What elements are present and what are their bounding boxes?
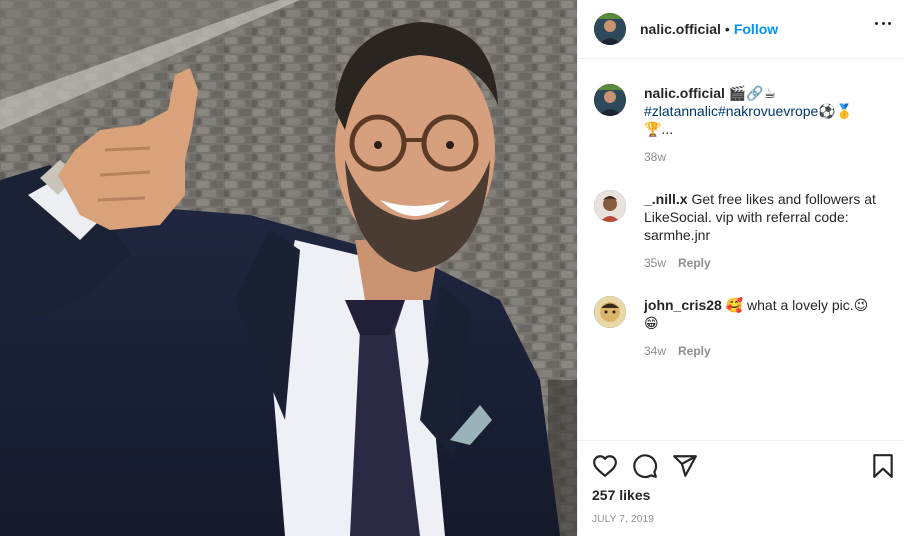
caption-author-avatar[interactable]	[594, 84, 626, 116]
comment-meta: 35w Reply	[644, 256, 889, 270]
more-horizontal-icon[interactable]	[875, 22, 891, 26]
post-date[interactable]: JULY 7, 2019	[592, 514, 654, 525]
comment-meta: 34w Reply	[644, 344, 868, 358]
post-actions: 257 likes JULY 7, 2019	[578, 440, 904, 536]
author-avatar[interactable]	[594, 13, 626, 45]
likes-count[interactable]: 257 likes	[592, 487, 650, 503]
caption-emojis-1: 🎬🔗☕	[728, 85, 777, 101]
commenter-avatar[interactable]	[594, 296, 626, 328]
post-details-panel: nalic.official • Follow nalic.official 🎬…	[577, 0, 904, 536]
comment-time[interactable]: 35w	[644, 256, 666, 270]
caption-content: nalic.official 🎬🔗☕ #zlatannalic#nakrovue…	[644, 84, 853, 164]
follow-button[interactable]: Follow	[734, 21, 778, 37]
author-avatar-image	[594, 13, 626, 45]
comment-text-emoji: 😁	[644, 315, 659, 331]
comment-content: _.nill.x Get free likes and followers at…	[644, 190, 889, 270]
commenter-avatar-image	[594, 190, 626, 222]
commenter-avatar[interactable]	[594, 190, 626, 222]
caption-time[interactable]: 38w	[644, 150, 666, 164]
post-header: nalic.official • Follow	[578, 0, 904, 59]
caption-row: nalic.official 🎬🔗☕ #zlatannalic#nakrovue…	[594, 84, 889, 164]
post-photo[interactable]	[0, 0, 577, 536]
caption-meta: 38w	[644, 150, 853, 164]
caption-author-avatar-image	[594, 84, 626, 116]
commenter-avatar-image	[594, 296, 626, 328]
comment-row: john_cris28 🥰 what a lovely pic.😉 😁 34w …	[594, 296, 889, 358]
reply-button[interactable]: Reply	[678, 256, 711, 270]
reply-button[interactable]: Reply	[678, 344, 711, 358]
share-icon[interactable]	[672, 453, 698, 479]
caption-emojis-2: ⚽🥇	[818, 103, 854, 119]
caption-hashtags[interactable]: #zlatannalic#nakrovuevrope	[644, 103, 818, 119]
heart-icon[interactable]	[592, 453, 618, 479]
caption-username[interactable]: nalic.official	[644, 85, 725, 101]
comment-icon[interactable]	[632, 453, 658, 479]
comment-username[interactable]: _.nill.x	[644, 191, 688, 207]
action-icons	[592, 453, 893, 479]
bookmark-icon[interactable]	[870, 453, 896, 479]
comment-time[interactable]: 34w	[644, 344, 666, 358]
caption-emojis-3: 🏆...	[644, 121, 674, 137]
comment-content: john_cris28 🥰 what a lovely pic.😉 😁 34w …	[644, 296, 868, 358]
comment-row: _.nill.x Get free likes and followers at…	[594, 190, 889, 270]
comments-list[interactable]: nalic.official 🎬🔗☕ #zlatannalic#nakrovue…	[578, 60, 904, 440]
header-separator: •	[724, 21, 730, 37]
author-username[interactable]: nalic.official	[640, 21, 721, 37]
comment-username[interactable]: john_cris28	[644, 297, 722, 313]
comment-text: 🥰 what a lovely pic.😉	[725, 297, 869, 313]
man-thumbs-up-photo	[0, 0, 577, 536]
